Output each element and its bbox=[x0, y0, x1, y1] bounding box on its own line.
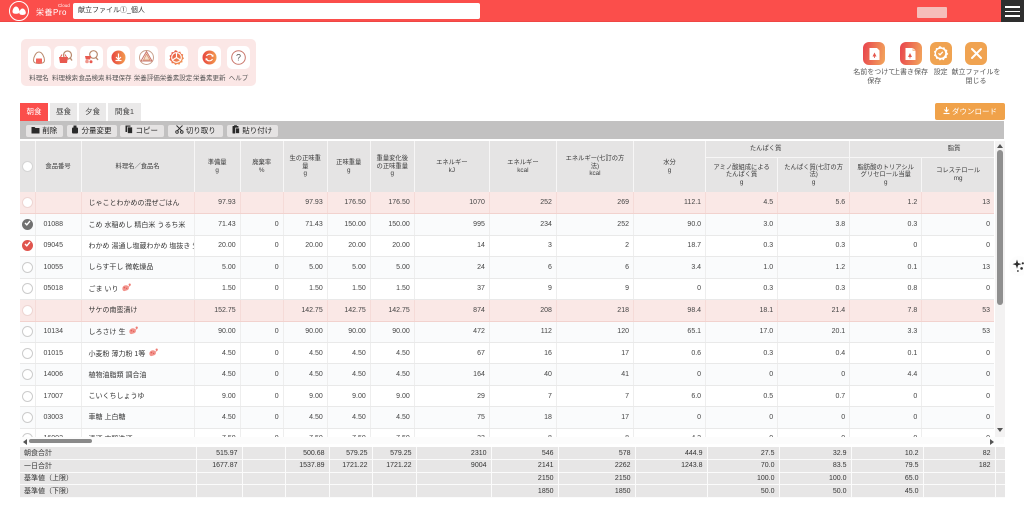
svg-text:?: ? bbox=[236, 53, 241, 63]
